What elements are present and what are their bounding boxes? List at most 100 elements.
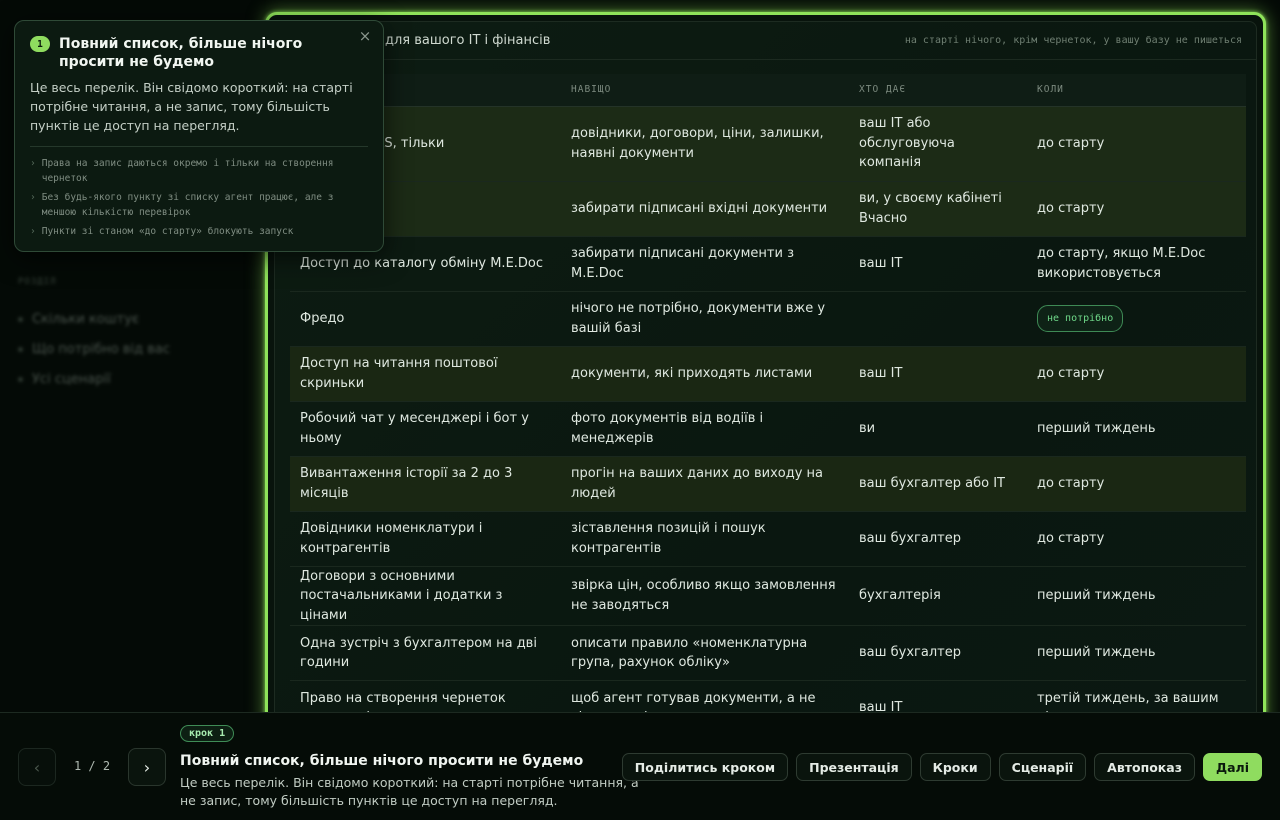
cell-when: до старту	[1027, 511, 1246, 567]
column-header-purpose: НАВІЩО	[561, 74, 849, 107]
column-header-when: КОЛИ	[1027, 74, 1246, 107]
card-note: на старті нічого, крім чернеток, у вашу …	[904, 35, 1242, 46]
step-number-badge: 1	[30, 36, 50, 52]
next-button[interactable]: Далі	[1202, 753, 1262, 781]
bullet-dot-icon	[18, 376, 23, 382]
cell-purpose: фото документів від водіїв і менеджерів	[561, 401, 849, 457]
cell-purpose: описати правило «номенклатурна група, ра…	[561, 625, 849, 681]
step-title: Повний список, більше нічого просити не …	[180, 753, 584, 769]
tour-popover: 1 Повний список, більше нічого просити н…	[14, 20, 384, 252]
sidebar-item-requirements[interactable]: Що потрібно від вас	[18, 334, 170, 364]
scenarios-button[interactable]: Сценарії	[998, 753, 1087, 781]
cell-purpose: зіставлення позицій і пошук контрагентів	[561, 511, 849, 567]
cell-provider: ваш IT	[849, 346, 1027, 402]
list-item: › Пункти зі станом «до старту» блокують з…	[30, 224, 368, 239]
step-counter: 1 / 2	[73, 759, 111, 773]
popover-bullets: › Права на запис даються окремо і тільки …	[30, 156, 368, 239]
cell-provider: ви	[849, 401, 1027, 457]
table-row: Одна зустріч з бухгалтером на дві години…	[290, 625, 1246, 681]
cell-provider: бухгалтерія	[849, 566, 1027, 626]
popover-body: Це весь перелік. Він свідомо короткий: н…	[30, 80, 353, 133]
cell-purpose: прогін на ваших даних до виходу на людей	[561, 456, 849, 512]
status-badge: не потрібно	[1037, 304, 1124, 333]
cell-provider: ваш бухгалтер	[849, 625, 1027, 681]
autoplay-button[interactable]: Автопоказ	[1094, 753, 1195, 781]
chevron-right-icon: ›	[30, 226, 36, 237]
cell-when: перший тиждень	[1027, 401, 1246, 457]
cell-provider	[849, 291, 1027, 347]
next-step-arrow-button[interactable]: ›	[128, 748, 166, 786]
share-step-button[interactable]: Поділитись кроком	[621, 753, 789, 781]
close-icon[interactable]: ×	[357, 28, 373, 44]
cell-item: Одна зустріч з бухгалтером на дві години	[290, 625, 561, 681]
cell-purpose: забирати підписані документи з M.E.Doc	[561, 236, 849, 292]
step-description: Це весь перелік. Він свідомо короткий: н…	[180, 775, 639, 808]
table-row: асно забирати підписані вхідні документи…	[290, 181, 1246, 237]
steps-button[interactable]: Кроки	[919, 753, 991, 781]
cell-provider: ваш бухгалтер або IT	[849, 456, 1027, 512]
sidebar-item-label: Що потрібно від вас	[32, 341, 170, 357]
list-item: › Без будь-якого пункту зі списку агент п…	[30, 190, 368, 220]
tour-actions: Поділитись кроком Презентація Кроки Сцен…	[621, 753, 1262, 781]
bullet-text: Права на запис даються окремо і тільки н…	[41, 158, 334, 184]
sidebar-item-label: Скільки коштує	[32, 311, 140, 327]
popover-header: 1 Повний список, більше нічого просити н…	[30, 35, 368, 71]
cell-item: Доступ на читання поштової скриньки	[290, 346, 561, 402]
column-header-provider: ХТО ДАЄ	[849, 74, 1027, 107]
cell-purpose: документи, які приходять листами	[561, 346, 849, 402]
cell-purpose: забирати підписані вхідні документи	[561, 181, 849, 237]
step-badge: крок 1	[180, 725, 235, 742]
cell-when: до старту, якщо M.E.Doc використовується	[1027, 236, 1246, 292]
bullet-dot-icon	[18, 346, 23, 352]
cell-item: Довідники номенклатури і контрагентів	[290, 511, 561, 567]
cell-when: перший тиждень	[1027, 566, 1246, 626]
cell-item: Робочий чат у месенджері і бот у ньому	[290, 401, 561, 457]
cell-provider: ви, у своєму кабінеті Вчасно	[849, 181, 1027, 237]
table-row: Фредо нічого не потрібно, документи вже …	[290, 291, 1246, 347]
chevron-right-icon: ›	[30, 192, 36, 203]
highlighted-panel: для вашого IT і фінансів на старті нічог…	[265, 12, 1266, 742]
table-row: Доступ до каталогу обміну M.E.Doc забира…	[290, 236, 1246, 292]
cell-when: перший тиждень	[1027, 625, 1246, 681]
cell-provider: ваш IT	[849, 236, 1027, 292]
cell-when: до старту	[1027, 106, 1246, 182]
list-item: › Права на запис даються окремо і тільки …	[30, 156, 368, 186]
sidebar-section-title: РОЗДІЛ	[18, 277, 57, 287]
prev-step-button[interactable]: ‹	[18, 748, 56, 786]
table-header-row: НАВІЩО ХТО ДАЄ КОЛИ	[290, 74, 1246, 107]
requirements-table-wrap: НАВІЩО ХТО ДАЄ КОЛИ ристувач BAS, тільки…	[290, 74, 1246, 736]
card-title: для вашого IT і фінансів	[385, 33, 551, 48]
cell-when: не потрібно	[1027, 291, 1246, 347]
cell-item: Фредо	[290, 291, 561, 347]
popover-title: Повний список, більше нічого просити не …	[59, 36, 303, 70]
card-header: для вашого IT і фінансів на старті нічог…	[275, 22, 1256, 60]
sidebar-item-label: Усі сценарії	[32, 371, 111, 387]
cell-purpose: довідники, договори, ціни, залишки, наяв…	[561, 106, 849, 182]
sidebar-item-cost[interactable]: Скільки коштує	[18, 304, 170, 334]
bullet-text: Пункти зі станом «до старту» блокують за…	[41, 226, 294, 237]
table-row: Договори з основними постачальниками і д…	[290, 566, 1246, 626]
requirements-table: НАВІЩО ХТО ДАЄ КОЛИ ристувач BAS, тільки…	[290, 74, 1246, 736]
table-row: Доступ на читання поштової скриньки доку…	[290, 346, 1246, 402]
table-row: Вивантаження історії за 2 до 3 місяців п…	[290, 456, 1246, 512]
cell-when: до старту	[1027, 456, 1246, 512]
cell-purpose: звірка цін, особливо якщо замовлення не …	[561, 566, 849, 626]
cell-item: Вивантаження історії за 2 до 3 місяців	[290, 456, 561, 512]
cell-when: до старту	[1027, 346, 1246, 402]
table-row: Довідники номенклатури і контрагентів зі…	[290, 511, 1246, 567]
presentation-button[interactable]: Презентація	[796, 753, 912, 781]
requirements-card: для вашого IT і фінансів на старті нічог…	[274, 21, 1257, 739]
chevron-right-icon: ›	[30, 158, 36, 169]
bullet-dot-icon	[18, 316, 23, 322]
bullet-text: Без будь-якого пункту зі списку агент пр…	[41, 192, 334, 218]
cell-when: до старту	[1027, 181, 1246, 237]
sidebar-item-scenarios[interactable]: Усі сценарії	[18, 364, 170, 394]
cell-item: Договори з основними постачальниками і д…	[290, 566, 561, 626]
cell-provider: ваш IT або обслуговуюча компанія	[849, 106, 1027, 182]
sidebar-nav: Скільки коштує Що потрібно від вас Усі с…	[18, 304, 170, 394]
popover-divider	[30, 146, 368, 147]
table-row: Робочий чат у месенджері і бот у ньому ф…	[290, 401, 1246, 457]
cell-purpose: нічого не потрібно, документи вже у ваші…	[561, 291, 849, 347]
cell-provider: ваш бухгалтер	[849, 511, 1027, 567]
tour-bottom-bar: ‹ 1 / 2 › крок 1 Повний список, більше н…	[0, 712, 1280, 820]
